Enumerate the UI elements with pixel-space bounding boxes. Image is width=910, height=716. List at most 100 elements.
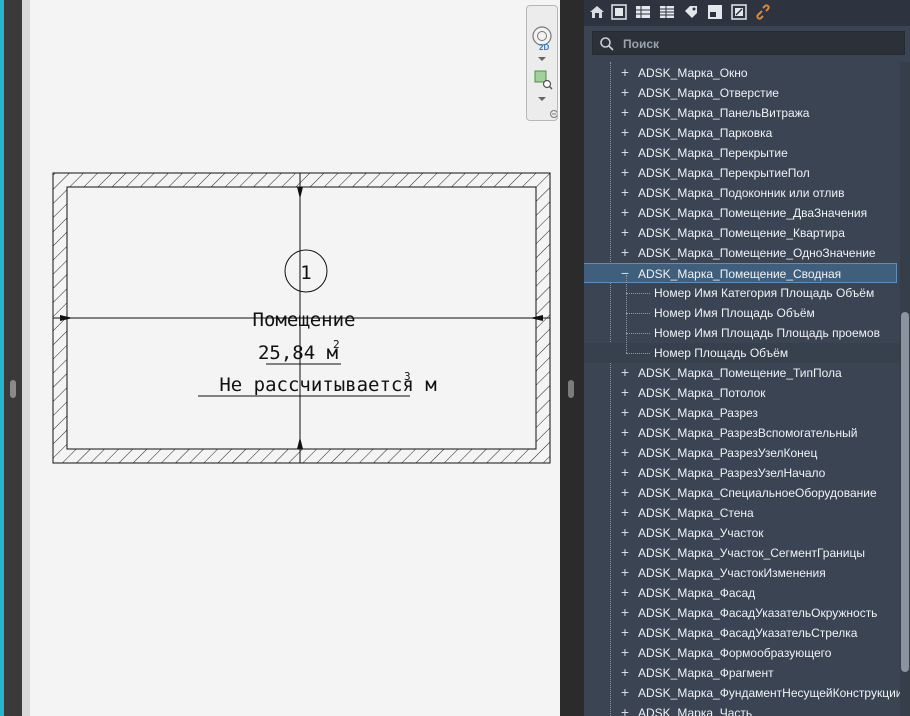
expand-icon[interactable]: + [620,123,630,143]
grid-icon[interactable] [658,3,676,21]
tag-icon[interactable] [682,3,700,21]
expand-icon[interactable]: + [620,583,630,603]
panel-splitter[interactable] [560,0,584,716]
expand-icon[interactable]: + [620,563,630,583]
tree-item-label: ADSK_Марка_Формообразующего [638,646,832,660]
tree-item[interactable]: + ADSK_Марка_Стена [584,503,910,523]
view-navigation-icons: 2D [532,26,558,118]
navigation-wheel-icon[interactable]: 2D [532,26,552,52]
wheel-badge: 2D [539,43,549,52]
expand-icon[interactable]: + [620,623,630,643]
tree-item[interactable]: + ADSK_Марка_Участок_СегментГраницы [584,543,910,563]
tree-item[interactable]: + ADSK_Марка_Фрагмент [584,663,910,683]
tree-item[interactable]: + ADSK_Марка_Помещение_Квартира [584,223,910,243]
tree-item[interactable]: + ADSK_Марка_ФундаментНесущейКонструкции [584,683,910,703]
expand-icon[interactable]: + [620,443,630,463]
tree-item[interactable]: + ADSK_Марка_Помещение_ТипПола [584,363,910,383]
area-superscript: 2 [333,338,340,351]
tree-item[interactable]: + ADSK_Марка_Часть [584,703,910,716]
expand-icon[interactable]: + [620,603,630,623]
expand-icon[interactable]: + [620,663,630,683]
expand-icon[interactable]: + [620,243,630,263]
tree-item[interactable]: + ADSK_Марка_УчастокИзменения [584,563,910,583]
tree-item[interactable]: + ADSK_Марка_Фасад [584,583,910,603]
search-input[interactable] [621,34,895,54]
tree-item[interactable]: + ADSK_Марка_Окно [584,63,910,83]
tree-item-label: Номер Имя Площадь Объём [654,306,815,320]
chevron-down-icon[interactable] [538,97,546,101]
chevron-down-icon[interactable] [538,57,546,61]
expand-icon[interactable]: + [620,223,630,243]
expand-icon[interactable]: + [620,543,630,563]
expand-icon[interactable]: + [620,483,630,503]
tree-item-label: ADSK_Марка_Фрагмент [638,666,774,680]
tree-child-item[interactable]: Номер Имя Площадь Площадь проемов [584,323,910,343]
expand-icon[interactable]: + [620,463,630,483]
tree-item-label: ADSK_Марка_Парковка [638,126,773,140]
expand-icon[interactable]: + [620,163,630,183]
expand-icon[interactable]: + [620,503,630,523]
tree-item[interactable]: + ADSK_Марка_Помещение_ОдноЗначение [584,243,910,263]
expand-icon[interactable]: + [620,523,630,543]
home-icon[interactable] [588,3,606,21]
tree-child-guide-line [626,275,627,353]
tree-item[interactable]: + ADSK_Марка_Потолок [584,383,910,403]
tree-item[interactable]: + ADSK_Марка_ФасадУказательСтрелка [584,623,910,643]
tree-item[interactable]: + ADSK_Марка_РазрезВспомогательный [584,423,910,443]
tree-item-label: ADSK_Марка_Помещение_ОдноЗначение [638,246,876,260]
tree-item[interactable]: + ADSK_Марка_Разрез [584,403,910,423]
tree-item-label: ADSK_Марка_Подоконник или отлив [638,186,845,200]
tree-item[interactable]: − ADSK_Марка_Помещение_Сводная [584,263,897,283]
tree-item[interactable]: + ADSK_Марка_СпециальноеОборудование [584,483,910,503]
expand-icon[interactable]: + [620,203,630,223]
layout-icon[interactable] [706,3,724,21]
zoom-region-icon[interactable] [534,70,553,90]
tree-item[interactable]: + ADSK_Марка_ПанельВитража [584,103,910,123]
table-icon[interactable] [634,3,652,21]
tree-scrollbar[interactable] [900,62,910,716]
tree-item-label: ADSK_Марка_Фасад [638,586,756,600]
expand-icon[interactable]: + [620,403,630,423]
expand-icon[interactable]: + [620,363,630,383]
expand-icon[interactable]: + [620,383,630,403]
expand-icon[interactable]: + [620,643,630,663]
tree-item[interactable]: + ADSK_Марка_Перекрытие [584,143,910,163]
expand-icon[interactable]: + [620,103,630,123]
search-icon [600,37,614,51]
window-edge [22,0,30,716]
expand-icon[interactable]: + [620,703,630,716]
tree-item-label: ADSK_Марка_ФасадУказательСтрелка [638,626,858,640]
expand-icon[interactable]: + [620,423,630,443]
tree-child-item[interactable]: Номер Площадь Объём [584,343,910,363]
scrollbar-thumb[interactable] [901,312,909,672]
expand-icon[interactable]: + [620,83,630,103]
tree-item[interactable]: + ADSK_Марка_ПерекрытиеПол [584,163,910,183]
tree-item-label: ADSK_Марка_Окно [638,66,748,80]
tree-item-label: ADSK_Марка_Потолок [638,386,766,400]
collapse-icon[interactable]: − [620,264,630,284]
tree-item[interactable]: + ADSK_Марка_РазрезУзелКонец [584,443,910,463]
splitter-grip[interactable] [568,380,574,398]
tree-item[interactable]: + ADSK_Марка_Парковка [584,123,910,143]
properties-icon[interactable] [610,3,628,21]
tree-item[interactable]: + ADSK_Марка_ФасадУказательОкружность [584,603,910,623]
tree-item-label: ADSK_Марка_Стена [638,506,754,520]
tree-item[interactable]: + ADSK_Марка_Формообразующего [584,643,910,663]
expand-icon[interactable]: + [620,143,630,163]
tree-item[interactable]: + ADSK_Марка_Помещение_ДваЗначения [584,203,910,223]
tree-item[interactable]: + ADSK_Марка_РазрезУзелНачало [584,463,910,483]
expand-icon[interactable]: + [620,183,630,203]
tree-child-item[interactable]: Номер Имя Площадь Объём [584,303,910,323]
toolbar-options-icon[interactable] [550,110,558,118]
tree-child-item[interactable]: Номер Имя Категория Площадь Объём [584,283,910,303]
tree-item[interactable]: + ADSK_Марка_Участок [584,523,910,543]
tree-item-label: ADSK_Марка_Участок [638,526,764,540]
expand-icon[interactable]: + [620,63,630,83]
left-splitter-grip[interactable] [10,380,16,398]
tree-item[interactable]: + ADSK_Марка_Подоконник или отлив [584,183,910,203]
drawing-canvas[interactable]: 1 Помещение 25,84 м 2 Не рассчитывается … [30,0,560,716]
edit-icon[interactable] [730,3,748,21]
link-icon[interactable] [754,3,772,21]
tree-item[interactable]: + ADSK_Марка_Отверстие [584,83,910,103]
expand-icon[interactable]: + [620,683,630,703]
